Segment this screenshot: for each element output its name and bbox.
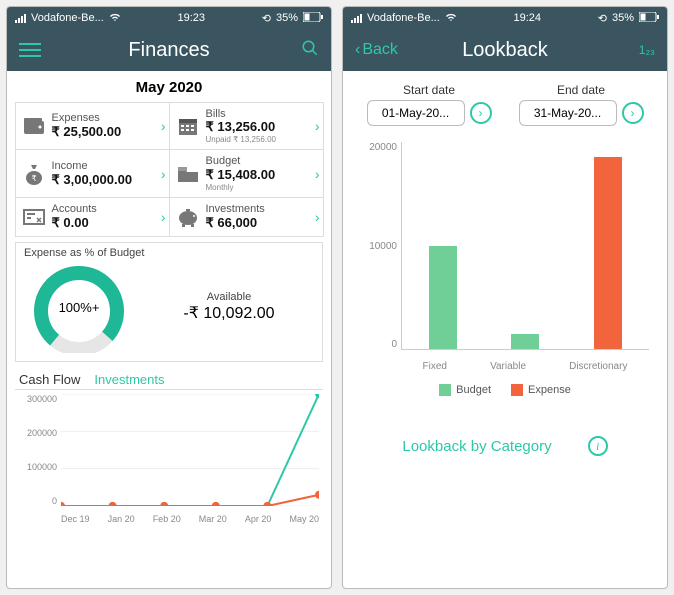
end-date-label: End date	[557, 83, 605, 97]
available-value: -₹ 10,092.00	[144, 303, 314, 323]
page-title: Lookback	[462, 39, 548, 62]
moneybag-icon: ₹	[22, 162, 46, 186]
available-label: Available	[144, 291, 314, 303]
chart-legend: Budget Expense	[351, 384, 659, 396]
budget-card[interactable]: Budget₹ 15,408.00Monthly ›	[169, 149, 324, 198]
lookback-header: ‹Back Lookback 1₂₃	[343, 29, 667, 71]
budget-label: Budget	[206, 155, 276, 168]
accounts-label: Accounts	[52, 203, 97, 216]
tabs-indicator[interactable]: 1₂₃	[639, 43, 655, 57]
income-value: ₹ 3,00,000.00	[52, 173, 133, 188]
carrier-label: Vodafone-Be...	[367, 12, 440, 24]
end-date-input[interactable]: 31-May-20...	[519, 100, 617, 126]
end-date-go-button[interactable]: ›	[622, 102, 644, 124]
bar-variable	[511, 334, 539, 349]
income-card[interactable]: ₹ Income₹ 3,00,000.00 ›	[15, 149, 170, 198]
start-date-go-button[interactable]: ›	[470, 102, 492, 124]
investments-value: ₹ 66,000	[206, 216, 265, 231]
expenses-label: Expenses	[52, 112, 122, 125]
income-label: Income	[52, 160, 133, 173]
battery-icon	[639, 12, 659, 25]
chevron-right-icon: ›	[479, 106, 483, 120]
expenses-card[interactable]: Expenses₹ 25,500.00 ›	[15, 102, 170, 151]
finances-screen: Vodafone-Be... 19:23 ⟲ 35% Finances May …	[6, 6, 332, 589]
calendar-icon	[176, 114, 200, 138]
chevron-right-icon: ›	[315, 209, 320, 225]
bar-discretionary	[594, 157, 622, 349]
rotation-lock-icon: ⟲	[262, 12, 271, 25]
carrier-label: Vodafone-Be...	[31, 12, 104, 24]
search-icon[interactable]	[301, 39, 319, 62]
chevron-right-icon: ›	[161, 209, 166, 225]
wifi-icon	[109, 12, 121, 25]
budget-gauge: 100%+	[24, 261, 134, 353]
wallet-icon	[22, 114, 46, 138]
investments-label: Investments	[206, 203, 265, 216]
chevron-right-icon: ›	[631, 106, 635, 120]
legend-budget-label: Budget	[456, 384, 491, 396]
start-date-label: Start date	[403, 83, 455, 97]
folder-icon	[176, 162, 200, 186]
signal-icon	[15, 14, 26, 23]
status-time: 19:24	[514, 12, 542, 24]
battery-icon	[303, 12, 323, 25]
legend-expense-swatch	[511, 384, 523, 396]
investments-card[interactable]: Investments₹ 66,000 ›	[169, 197, 324, 237]
svg-text:₹: ₹	[31, 174, 36, 183]
status-bar: Vodafone-Be... 19:24 ⟲ 35%	[343, 7, 667, 29]
lookback-bar-chart: 20000100000 FixedVariableDiscretionary	[361, 142, 649, 372]
budget-value: ₹ 15,408.00	[206, 168, 276, 183]
accounts-value: ₹ 0.00	[52, 216, 97, 231]
chevron-right-icon: ›	[161, 118, 166, 134]
gauge-section: Expense as % of Budget 100%+ Available -…	[15, 242, 323, 362]
status-bar: Vodafone-Be... 19:23 ⟲ 35%	[7, 7, 331, 29]
chevron-right-icon: ›	[161, 166, 166, 182]
chevron-left-icon: ‹	[355, 41, 360, 59]
month-title: May 2020	[15, 79, 323, 96]
battery-percent: 35%	[276, 12, 298, 24]
rotation-lock-icon: ⟲	[598, 12, 607, 25]
chevron-right-icon: ›	[315, 118, 320, 134]
info-icon[interactable]: i	[588, 436, 608, 456]
signal-icon	[351, 14, 362, 23]
page-title: Finances	[128, 39, 209, 62]
start-date-input[interactable]: 01-May-20...	[367, 100, 465, 126]
chart-tabs: Cash Flow Investments	[15, 368, 323, 390]
tab-cashflow[interactable]: Cash Flow	[19, 372, 80, 387]
chevron-right-icon: ›	[315, 166, 320, 182]
status-time: 19:23	[178, 12, 206, 24]
expenses-value: ₹ 25,500.00	[52, 125, 122, 140]
investments-line-chart: 3000002000001000000 Dec 19Jan 20Feb 20Ma…	[15, 394, 323, 524]
budget-sub: Monthly	[206, 183, 276, 192]
back-button[interactable]: ‹Back	[355, 41, 398, 59]
lookback-by-category-link[interactable]: Lookback by Category	[402, 438, 551, 455]
gauge-value: 100%+	[24, 261, 134, 353]
bills-value: ₹ 13,256.00	[206, 120, 276, 135]
lookback-screen: Vodafone-Be... 19:24 ⟲ 35% ‹Back Lookbac…	[342, 6, 668, 589]
gauge-title: Expense as % of Budget	[24, 247, 314, 259]
menu-icon[interactable]	[19, 43, 41, 57]
bar-fixed	[429, 246, 457, 350]
legend-expense-label: Expense	[528, 384, 571, 396]
piggy-icon	[176, 205, 200, 229]
finances-header: Finances	[7, 29, 331, 71]
bills-sub: Unpaid ₹ 13,256.00	[206, 135, 276, 144]
legend-budget-swatch	[439, 384, 451, 396]
bills-card[interactable]: Bills₹ 13,256.00Unpaid ₹ 13,256.00 ›	[169, 102, 324, 151]
tab-investments[interactable]: Investments	[94, 372, 164, 387]
wifi-icon	[445, 12, 457, 25]
back-label: Back	[362, 41, 398, 59]
accounts-icon	[22, 205, 46, 229]
accounts-card[interactable]: Accounts₹ 0.00 ›	[15, 197, 170, 237]
battery-percent: 35%	[612, 12, 634, 24]
